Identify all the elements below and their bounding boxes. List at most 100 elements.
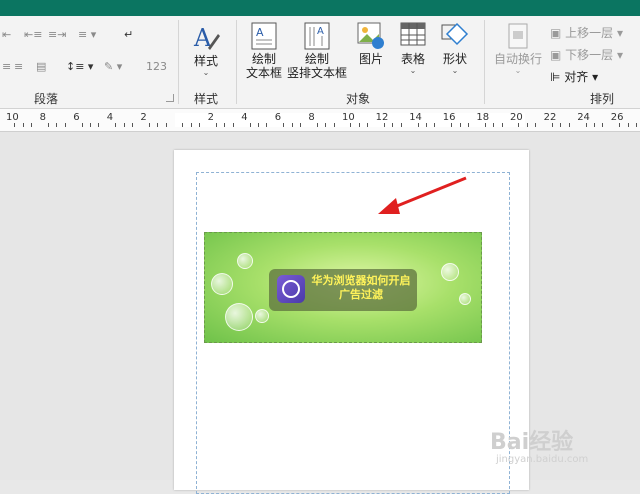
- ruler-tick: [535, 123, 537, 127]
- horizontal-ruler[interactable]: 10 8 6 4 2 2 4 6 8 10 12 14 16 18 20 22 24 26: [0, 109, 640, 132]
- ruler-tick: [216, 123, 217, 127]
- ruler-tick: [333, 123, 335, 127]
- style-button[interactable]: A 样式 ⌄: [186, 22, 226, 77]
- picture-label: 图片: [358, 52, 383, 66]
- ruler-tick: [316, 123, 318, 127]
- ruler-tick: [518, 123, 520, 127]
- align-left-icon[interactable]: ≡: [2, 60, 11, 74]
- align-icon: ⊫: [550, 70, 561, 84]
- banner-title: 华为浏览器如何开启 广告过滤: [307, 274, 415, 302]
- ruler-label: 22: [543, 112, 557, 123]
- ruler-label: 18: [476, 112, 490, 123]
- draw-textbox-button[interactable]: A 绘制 文本框: [242, 22, 286, 80]
- send-backward-button[interactable]: ▣ 下移一层 ▾: [550, 44, 623, 66]
- ruler-label: 6: [73, 112, 80, 123]
- ruler-tick: [14, 123, 16, 127]
- banner-title-line-2: 广告过滤: [339, 288, 383, 301]
- align-button[interactable]: ⊫ 对齐 ▾: [550, 66, 623, 88]
- ruler-tick: [493, 123, 495, 127]
- align-label: 对齐: [564, 70, 589, 84]
- ruler-tick: [602, 123, 604, 127]
- decrease-indent-icon[interactable]: ⇤≡: [24, 28, 42, 42]
- ruler-tick: [224, 123, 226, 127]
- ruler-tick: [451, 123, 453, 127]
- ruler-label: 4: [106, 112, 114, 123]
- ruler-tick: [560, 123, 562, 127]
- table-button[interactable]: 表格 ⌄: [394, 22, 432, 75]
- ruler-tick: [358, 123, 360, 127]
- ruler-tick: [392, 123, 394, 127]
- ruler-tick: [400, 123, 402, 127]
- shape-button[interactable]: 形状 ⌄: [436, 22, 474, 75]
- ruler-tick: [552, 123, 553, 127]
- line-break-icon[interactable]: ↵: [124, 28, 133, 42]
- ruler-tick: [190, 123, 192, 127]
- picture-button[interactable]: 图片: [352, 22, 390, 66]
- draw-vertical-label-2: 竖排文本框: [286, 66, 347, 80]
- ruler-label: 8: [39, 112, 46, 123]
- ruler-tick: [526, 123, 528, 127]
- ruler-tick: [627, 123, 629, 127]
- ruler-tick: [22, 123, 24, 127]
- ruler-tick: [232, 123, 234, 127]
- bring-forward-button[interactable]: ▣ 上移一层 ▾: [550, 22, 623, 44]
- shape-icon: [441, 22, 469, 50]
- watermark: Bai经验 jingyan.baidu.com: [490, 410, 640, 480]
- auto-wrap-button[interactable]: 自动换行 ⌄: [490, 22, 546, 75]
- numbering-small[interactable]: 123: [146, 60, 167, 74]
- ruler-tick: [90, 123, 91, 127]
- ruler-tick: [367, 123, 369, 127]
- banner-label-box: 华为浏览器如何开启 广告过滤: [269, 269, 417, 311]
- draw-textbox-label-2: 文本框: [245, 66, 282, 80]
- ruler-tick: [56, 123, 58, 127]
- watermark-brand: Bai经验: [490, 430, 574, 455]
- ruler-tick: [619, 123, 621, 127]
- ruler-tick: [501, 123, 503, 127]
- line-spacing-icon[interactable]: ↕≡ ▾: [66, 60, 93, 74]
- ruler-label: 2: [140, 112, 147, 123]
- ruler-label: 4: [241, 112, 248, 123]
- svg-text:A: A: [317, 26, 324, 37]
- align-center-icon[interactable]: ≡: [14, 60, 23, 74]
- increase-indent-icon[interactable]: ≡⇥: [48, 28, 66, 42]
- ruler-tick: [350, 123, 352, 127]
- ruler-tick: [258, 123, 259, 127]
- ruler-label: 12: [375, 112, 389, 123]
- ruler-tick: [165, 123, 167, 127]
- group-label-arrange: 排列: [590, 92, 615, 106]
- svg-text:A: A: [256, 26, 264, 39]
- ruler-tick: [148, 123, 150, 127]
- annotation-arrow-icon: [378, 176, 467, 214]
- ruler-tick: [123, 123, 125, 127]
- draw-textbox-label-1: 绘制: [251, 52, 276, 66]
- draw-vertical-textbox-button[interactable]: A 绘制 竖排文本框: [286, 22, 348, 80]
- vertical-textbox-icon: A: [304, 22, 330, 50]
- shading-icon[interactable]: ✎ ▾: [104, 60, 122, 74]
- picture-icon: [357, 22, 385, 50]
- ruler-tick: [417, 123, 419, 127]
- ruler-label: 24: [577, 112, 590, 123]
- ruler-tick: [434, 123, 436, 127]
- textbox-icon: A: [251, 22, 277, 50]
- paragraph-launcher-icon[interactable]: [166, 94, 174, 102]
- banner-image[interactable]: 华为浏览器如何开启 广告过滤: [204, 232, 482, 343]
- ruler-tick: [157, 123, 159, 127]
- bring-forward-icon: ▣: [550, 26, 562, 40]
- send-backward-icon: ▣: [550, 48, 562, 62]
- ruler-tick: [132, 123, 133, 127]
- group-label-paragraph: 段落: [34, 92, 59, 106]
- ruler-label: 26: [610, 112, 624, 123]
- ruler-label: 16: [442, 112, 456, 123]
- ruler-tick: [98, 123, 100, 127]
- justify-icon[interactable]: ▤: [36, 60, 46, 74]
- bring-forward-label: 上移一层: [565, 26, 614, 40]
- ruler-tick: [384, 123, 385, 127]
- ruler-tick: [291, 123, 293, 127]
- ruler-tick: [249, 123, 251, 127]
- ruler-tick: [81, 123, 83, 127]
- indent-icon[interactable]: ⇤: [2, 28, 11, 42]
- table-label: 表格: [400, 52, 425, 66]
- ruler-tick: [300, 123, 301, 127]
- ruler-tick: [182, 123, 184, 127]
- list-icon[interactable]: ≡ ▾: [78, 28, 96, 42]
